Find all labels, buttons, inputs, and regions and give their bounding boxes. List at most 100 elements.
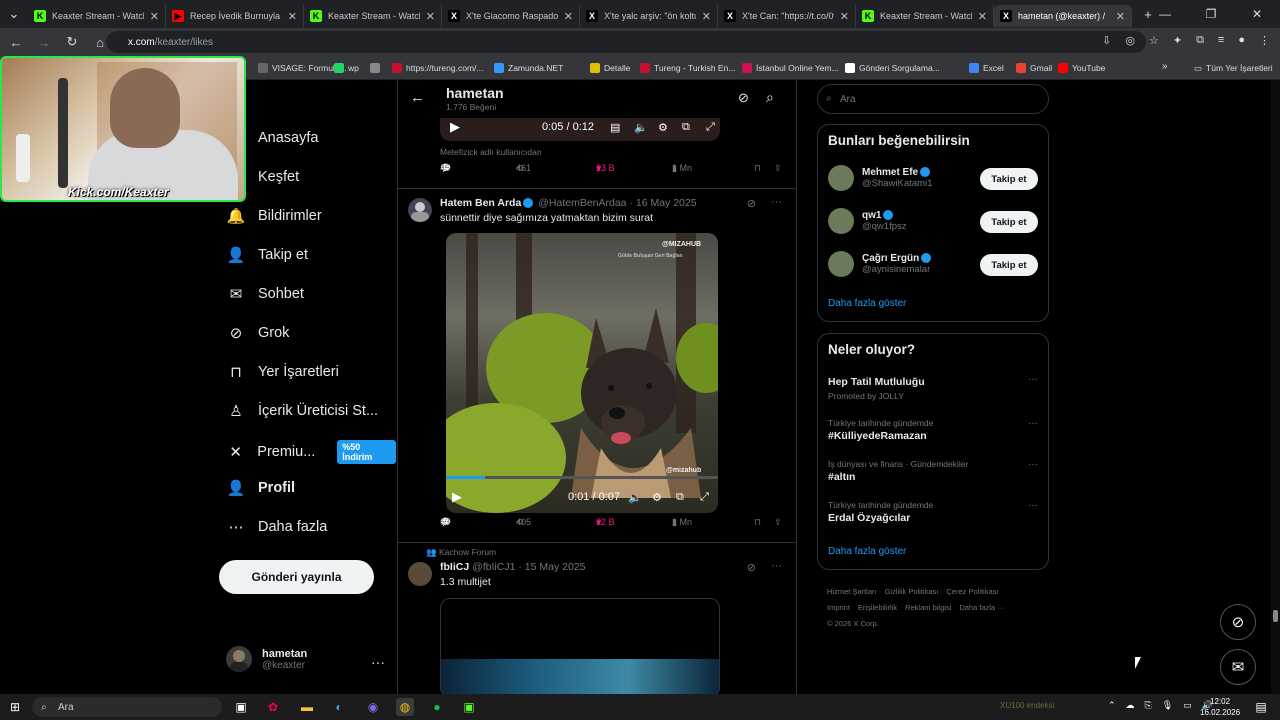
trend-more-icon[interactable]: ···	[1028, 374, 1038, 385]
tray-chevron-icon[interactable]: ⌃	[1108, 700, 1116, 711]
close-tab-icon[interactable]: ✕	[840, 10, 849, 23]
trend-item[interactable]: İş dünyası ve finans · Gündemdekiler #alt…	[828, 459, 1040, 483]
discord-icon[interactable]: ◉	[364, 698, 382, 716]
trend-more-icon[interactable]: ···	[1028, 500, 1038, 511]
nav-item[interactable]: 👤 Profil	[226, 478, 295, 498]
show-more-link[interactable]: Daha fazla göster	[828, 298, 906, 309]
community-context[interactable]: 👥 Kachow Forum	[426, 547, 496, 558]
share-icon[interactable]: ⇪	[774, 163, 782, 174]
windows-start-icon[interactable]: ⊞	[6, 698, 24, 716]
reload-icon[interactable]: ↻	[60, 30, 84, 54]
suggestion-user[interactable]: Mehmet Efe @ShawiKatami1	[828, 165, 932, 191]
trend-item[interactable]: Türkiye tarihinde gündemde Erdal Özyağcıl…	[828, 500, 1040, 524]
scroll-thumb[interactable]	[1273, 610, 1278, 622]
suggestion-user[interactable]: qw1 @qw1fpsz	[828, 208, 907, 234]
more-bookmarks-icon[interactable]: »	[1162, 61, 1168, 72]
extension-icon[interactable]: ✦	[1173, 34, 1182, 47]
footer-link[interactable]: Reklam bilgisi	[905, 603, 951, 612]
notification-icon[interactable]: ▤	[1252, 698, 1270, 716]
file-explorer-icon[interactable]: ▬	[298, 698, 316, 716]
nav-item[interactable]: ⊓ Yer İşaretleri	[226, 362, 339, 382]
footer-link[interactable]: Daha fazla ···	[959, 603, 1004, 612]
bookmark-item[interactable]: İstanbul Online Yem...	[742, 56, 839, 80]
trend-more-icon[interactable]: ···	[1028, 459, 1038, 470]
url-field[interactable]: x.com/keaxter/likes	[106, 31, 1146, 53]
bookmark-item[interactable]: Zamunda.NET	[494, 56, 563, 80]
back-icon[interactable]: ←	[4, 30, 28, 54]
profile-icon[interactable]: ●	[1238, 34, 1245, 47]
grok-icon[interactable]: ⊘	[738, 90, 749, 106]
post-date[interactable]: · 15 May 2025	[518, 561, 585, 573]
bookmark-item[interactable]: wp	[334, 56, 359, 80]
grok-post-icon[interactable]: ⊘	[747, 197, 756, 210]
menu-icon[interactable]: ⋮	[1259, 34, 1270, 47]
nav-item[interactable]: 👤 Takip et	[226, 245, 308, 265]
bookmark-item[interactable]: https://tureng.com/...	[392, 56, 483, 80]
settings-icon[interactable]: ⚙	[658, 121, 668, 134]
bookmark-icon[interactable]: ⊓	[754, 163, 761, 174]
browser-tab[interactable]: K Keaxter Stream - Watch L ✕	[28, 5, 166, 27]
bookmark-item[interactable]: Gönderi Sorgulama...	[845, 56, 940, 80]
video-progress-track[interactable]	[446, 476, 718, 479]
market-widget[interactable]: XU100 endeksi	[1000, 701, 1054, 710]
grok-post-icon[interactable]: ⊘	[747, 561, 756, 574]
nav-item[interactable]: ✉ Sohbet	[226, 284, 304, 304]
play-icon[interactable]: ▶	[452, 489, 462, 505]
nav-item[interactable]: ⋯ Daha fazla	[226, 517, 328, 537]
browser-tab[interactable]: K Keaxter Stream - Watch L ✕	[304, 5, 442, 27]
author-handle[interactable]: @HatemBenArdaa	[538, 197, 626, 209]
browser-tab[interactable]: X X'te Giacomo Raspadori: " ✕	[442, 5, 580, 27]
browser-tab[interactable]: X X'te yalc arşiv: "ön koltuk ✕	[580, 5, 718, 27]
browser-tab[interactable]: X X'te Can: "https://t.co/0vi ✕	[718, 5, 856, 27]
follow-button[interactable]: Takip et	[980, 168, 1038, 190]
forward-icon[interactable]: →	[32, 30, 56, 54]
browser-tab[interactable]: ▶ Recep İvedik Burnuyla Flü ✕	[166, 5, 304, 27]
nav-item[interactable]: ✕ Premiu... %50 İndirim	[226, 440, 396, 464]
back-arrow-icon[interactable]: ←	[410, 89, 425, 106]
pip-icon[interactable]: ⧉	[682, 121, 690, 134]
search-input[interactable]: ⌕ Ara	[817, 84, 1049, 114]
footer-link[interactable]: Imprint	[827, 603, 850, 612]
search-icon[interactable]: ⌕	[766, 89, 774, 106]
close-tab-icon[interactable]: ✕	[702, 10, 711, 23]
nav-item[interactable]: 🔔 Bildirimler	[226, 206, 322, 226]
star-icon[interactable]: ☆	[1149, 34, 1159, 47]
footer-link[interactable]: Erişilebilirlik	[858, 603, 897, 612]
install-icon[interactable]: ⇩	[1102, 34, 1111, 47]
browser-tab[interactable]: Xhametan (@keaxter) / ✕	[994, 5, 1132, 27]
spotify-icon[interactable]: ●	[428, 698, 446, 716]
volume-icon[interactable]: 🔈	[628, 491, 642, 504]
media-icon[interactable]: ≡	[1218, 34, 1224, 47]
tab-search-icon[interactable]: ⌄	[0, 2, 28, 26]
close-tab-icon[interactable]: ✕	[288, 10, 297, 23]
nav-item[interactable]: ♙ İçerik Üreticisi St...	[226, 401, 378, 421]
close-window-icon[interactable]: ✕	[1234, 0, 1280, 28]
network-icon[interactable]: ▭	[1183, 700, 1192, 711]
more-icon[interactable]: ···	[771, 196, 782, 208]
fullscreen-icon[interactable]: ⤢	[706, 121, 715, 134]
footer-link[interactable]: Gizlilik Politikası	[885, 587, 939, 596]
author-name[interactable]: fbIiCJ	[440, 561, 469, 573]
all-bookmarks[interactable]: ▭ Tüm Yer İşaretleri	[1194, 56, 1273, 80]
pip-icon[interactable]: ⧉	[676, 491, 684, 504]
edge-icon[interactable]: ◐	[330, 698, 348, 716]
messages-fab-icon[interactable]: ✉	[1220, 649, 1256, 685]
taskbar-search[interactable]: ⌕ Ara	[32, 697, 222, 717]
close-tab-icon[interactable]: ✕	[150, 10, 159, 23]
post-date[interactable]: · 16 May 2025	[629, 197, 696, 209]
usb-icon[interactable]: ⎘	[1145, 700, 1152, 711]
task-view-icon[interactable]: ▣	[232, 698, 250, 716]
post-media[interactable]	[440, 598, 720, 694]
account-switcher[interactable]: hametan @keaxter	[226, 646, 307, 672]
bookmark-item[interactable]: Excel	[969, 56, 1004, 80]
minimize-icon[interactable]: —	[1142, 0, 1188, 28]
more-icon[interactable]: ···	[771, 560, 782, 572]
bookmark-item[interactable]: YouTube	[1058, 56, 1105, 80]
author-name[interactable]: Hatem Ben Arda	[440, 197, 521, 209]
puzzle-icon[interactable]: ⧉	[1196, 34, 1204, 47]
trend-item[interactable]: Hep Tatil Mutluluğu Promoted by JOLLY ···	[828, 374, 1040, 401]
restore-icon[interactable]: ❐	[1188, 0, 1234, 28]
footer-link[interactable]: Çerez Politikası	[946, 587, 998, 596]
footer-link[interactable]: Hizmet Şartları	[827, 587, 877, 596]
bookmark-item[interactable]: Detalle	[590, 56, 630, 80]
